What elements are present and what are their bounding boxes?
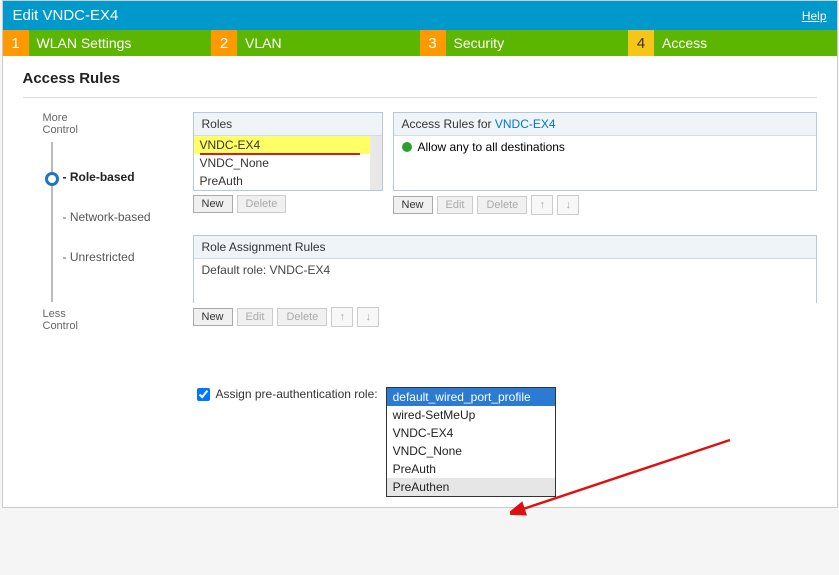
dropdown-item[interactable]: VNDC-EX4	[387, 424, 555, 442]
tab-number: 3	[420, 30, 446, 56]
tab-wlan-settings[interactable]: 1 WLAN Settings	[3, 30, 212, 56]
dropdown-item[interactable]: wired-SetMeUp	[387, 406, 555, 424]
slider-opt-role-based[interactable]: Role-based	[63, 170, 151, 184]
preauth-dropdown[interactable]: default_wired_port_profile wired-SetMeUp…	[386, 387, 556, 497]
roles-header: Roles	[194, 113, 382, 136]
dropdown-item[interactable]: PreAuth	[387, 460, 555, 478]
tab-vlan[interactable]: 2 VLAN	[211, 30, 420, 56]
roles-delete-button: Delete	[237, 195, 287, 213]
move-up-icon: ↑	[331, 307, 353, 327]
slider-opt-network-based[interactable]: Network-based	[63, 210, 151, 224]
dropdown-item[interactable]: VNDC_None	[387, 442, 555, 460]
role-assignment-panel: Role Assignment Rules Default role: VNDC…	[193, 235, 817, 303]
slider-label-more: More Control	[43, 112, 78, 136]
move-down-icon: ↓	[357, 307, 379, 327]
dropdown-item[interactable]: default_wired_port_profile	[387, 388, 555, 406]
divider	[23, 97, 817, 98]
preauth-row: Assign pre-authentication role: default_…	[197, 387, 817, 497]
roles-column: Roles VNDC-EX4 VNDC_None PreAuth ∧ ∨ New	[193, 112, 383, 229]
slider-options: Role-based Network-based Unrestricted	[63, 170, 151, 290]
rules-buttons: New Edit Delete ↑ ↓	[393, 195, 817, 215]
slider-track[interactable]	[51, 142, 53, 302]
role-item[interactable]: PreAuth	[194, 172, 370, 190]
titlebar: Edit VNDC-EX4 Help	[3, 1, 837, 30]
slider-opt-unrestricted[interactable]: Unrestricted	[63, 250, 151, 264]
main-area: More Control Role-based Network-based Un…	[23, 112, 817, 497]
allow-icon	[402, 142, 412, 152]
preauth-checkbox-label[interactable]: Assign pre-authentication role:	[197, 387, 378, 401]
roles-buttons: New Delete	[193, 195, 383, 213]
slider-thumb[interactable]	[45, 172, 59, 186]
move-down-icon: ↓	[557, 195, 579, 215]
assignment-edit-button: Edit	[237, 308, 274, 326]
roles-list[interactable]: VNDC-EX4 VNDC_None PreAuth ∧ ∨	[194, 136, 382, 190]
wizard-tabs: 1 WLAN Settings 2 VLAN 3 Security 4 Access	[3, 30, 837, 56]
section-title: Access Rules	[23, 70, 817, 87]
assignment-new-button[interactable]: New	[193, 308, 233, 326]
tab-access[interactable]: 4 Access	[628, 30, 837, 56]
rule-line[interactable]: Allow any to all destinations	[394, 136, 816, 190]
panels: Roles VNDC-EX4 VNDC_None PreAuth ∧ ∨ New	[193, 112, 817, 497]
scroll-up-icon[interactable]: ∧	[370, 136, 382, 148]
roles-panel: Roles VNDC-EX4 VNDC_None PreAuth ∧ ∨	[193, 112, 383, 191]
rules-header: Access Rules for VNDC-EX4	[394, 113, 816, 136]
role-item[interactable]: VNDC_None	[194, 154, 370, 172]
preauth-checkbox[interactable]	[197, 388, 210, 401]
tab-label: Security	[454, 35, 505, 51]
tab-label: Access	[662, 35, 707, 51]
edit-dialog: Edit VNDC-EX4 Help 1 WLAN Settings 2 VLAN …	[2, 0, 838, 508]
rules-column: Access Rules for VNDC-EX4 Allow any to a…	[393, 112, 817, 229]
slider-label-less: Less Control	[43, 308, 78, 332]
preauth-label-text: Assign pre-authentication role:	[216, 387, 378, 401]
tab-number: 4	[628, 30, 654, 56]
roles-new-button[interactable]: New	[193, 195, 233, 213]
access-rules-panel: Access Rules for VNDC-EX4 Allow any to a…	[393, 112, 817, 191]
content-area: Access Rules More Control Role-based Net…	[3, 56, 837, 507]
scroll-down-icon[interactable]: ∨	[370, 178, 382, 190]
tab-security[interactable]: 3 Security	[420, 30, 629, 56]
rules-delete-button: Delete	[477, 196, 527, 214]
rule-text: Allow any to all destinations	[418, 140, 565, 154]
rules-header-link[interactable]: VNDC-EX4	[495, 117, 556, 131]
tab-number: 1	[3, 30, 29, 56]
tab-number: 2	[211, 30, 237, 56]
move-up-icon: ↑	[531, 195, 553, 215]
assignment-buttons: New Edit Delete ↑ ↓	[193, 307, 817, 327]
rules-edit-button: Edit	[437, 196, 474, 214]
assignment-delete-button: Delete	[277, 308, 327, 326]
control-slider: More Control Role-based Network-based Un…	[23, 112, 193, 497]
dropdown-item[interactable]: PreAuthen	[387, 478, 555, 496]
rules-header-prefix: Access Rules for	[402, 117, 495, 131]
help-link[interactable]: Help	[802, 9, 827, 23]
assignment-body: Default role: VNDC-EX4	[194, 259, 816, 303]
tab-label: WLAN Settings	[37, 35, 132, 51]
role-item[interactable]: VNDC-EX4	[194, 136, 370, 154]
tab-label: VLAN	[245, 35, 282, 51]
window-title: Edit VNDC-EX4	[13, 7, 119, 24]
rules-new-button[interactable]: New	[393, 196, 433, 214]
assignment-header: Role Assignment Rules	[194, 236, 816, 259]
